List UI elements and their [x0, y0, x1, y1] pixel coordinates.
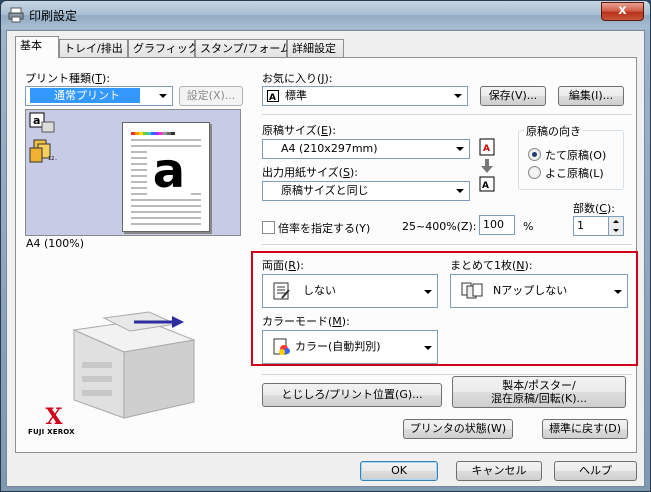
fuji-xerox-logo: X FUJI XEROX — [28, 404, 75, 446]
color-mode-label: カラーモード(M): — [262, 315, 350, 328]
separator — [262, 244, 632, 245]
original-size-select[interactable]: A4 (210x297mm) — [262, 139, 470, 159]
favorites-label: お気に入り(J): — [262, 72, 333, 85]
print-type-select[interactable]: 通常プリント — [25, 86, 173, 106]
chevron-down-icon — [424, 290, 432, 294]
separator — [262, 374, 632, 375]
svg-text:12..: 12.. — [48, 156, 57, 162]
print-type-label: プリント種類(T): — [25, 72, 111, 85]
preview-pane: a 12.. a — [25, 109, 241, 236]
chevron-down-icon — [424, 346, 432, 350]
output-size-select[interactable]: 原稿サイズと同じ — [262, 181, 470, 201]
reset-defaults-button[interactable]: 標準に戻す(D) — [542, 419, 628, 439]
printer-icon — [8, 7, 24, 23]
color-mode-select[interactable]: カラー(自動判別) — [262, 330, 438, 364]
original-size-label: 原稿サイズ(E): — [262, 124, 336, 137]
chevron-down-icon — [454, 94, 462, 98]
original-size-value: A4 (210x297mm) — [281, 142, 378, 155]
output-size-label: 出力用紙サイズ(S): — [262, 166, 358, 179]
tab-advanced[interactable]: 詳細設定 — [287, 39, 344, 58]
landscape-label[interactable]: よこ原稿(L) — [545, 165, 604, 181]
tab-basic[interactable]: 基本 — [15, 36, 59, 58]
scaling-range-label: 25~400%(Z): — [402, 220, 477, 233]
color-auto-icon — [273, 338, 290, 355]
nup-value: Nアップしない — [493, 284, 568, 297]
document-a-icon: A — [267, 90, 279, 102]
spinner-down-icon — [613, 229, 619, 232]
nup-label: まとめて1枚(N): — [450, 259, 533, 272]
chevron-down-icon — [456, 147, 464, 151]
brand-name: FUJI XEROX — [28, 428, 75, 436]
single-sided-icon — [273, 282, 290, 300]
preview-letter: a — [147, 147, 191, 195]
output-size-value: 原稿サイズと同じ — [281, 184, 369, 197]
booklet-poster-button[interactable]: 製本/ポスター/ 混在原稿/回転(K)... — [452, 376, 626, 408]
duplex-label: 両面(R): — [262, 259, 304, 272]
dialog-client: 基本 トレイ/排出 グラフィックス スタンプ/フォーム 詳細設定 プリント種類(… — [6, 30, 645, 487]
svg-text:a: a — [33, 114, 40, 127]
svg-text:A: A — [482, 181, 489, 191]
scaling-checkbox[interactable] — [262, 221, 275, 234]
printer-illustration — [72, 311, 196, 419]
copies-input[interactable]: 1 — [573, 216, 609, 236]
nup-select[interactable]: Nアップしない — [450, 274, 628, 308]
edit-button[interactable]: 編集(I)... — [558, 86, 624, 106]
spinner-up-icon — [613, 220, 619, 223]
chevron-down-icon — [456, 189, 464, 193]
preview-page: a — [122, 122, 210, 232]
portrait-radio[interactable] — [528, 148, 541, 161]
print-type-value: 通常プリント — [30, 88, 140, 103]
n-up-pages-icon — [461, 282, 483, 299]
printer-status-button[interactable]: プリンタの状態(W) — [403, 419, 513, 439]
scaling-checkbox-label[interactable]: 倍率を指定する(Y) — [278, 220, 370, 236]
print-type-settings-button[interactable]: 設定(X)... — [179, 86, 243, 106]
duplex-select[interactable]: しない — [262, 274, 438, 308]
ok-button[interactable]: OK — [360, 461, 438, 481]
multi-page-icon: a 12.. — [29, 112, 57, 163]
landscape-radio[interactable] — [528, 166, 541, 179]
favorites-select[interactable]: A 標準 — [262, 86, 468, 106]
scaling-input[interactable]: 100 — [479, 215, 515, 235]
binding-position-button[interactable]: とじしろ/プリント位置(G)... — [262, 383, 442, 407]
favorites-value: 標準 — [285, 89, 307, 102]
color-mode-value: カラー(自動判別) — [295, 340, 381, 353]
booklet-button-line1: 製本/ポスター/ — [502, 379, 576, 392]
preview-caption: A4 (100%) — [26, 237, 85, 250]
help-button[interactable]: ヘルプ — [554, 461, 637, 481]
tab-tray-output[interactable]: トレイ/排出 — [59, 39, 128, 58]
close-button[interactable]: x — [601, 2, 644, 21]
svg-text:A: A — [483, 144, 490, 154]
chevron-down-icon — [614, 290, 622, 294]
separator — [262, 114, 632, 115]
chevron-down-icon — [159, 94, 167, 98]
svg-text:A: A — [269, 93, 276, 102]
tab-graphics[interactable]: グラフィックス — [128, 39, 209, 58]
booklet-button-line2: 混在原稿/回転(K)... — [491, 392, 587, 405]
paper-size-conversion-icon: A A — [479, 138, 495, 192]
portrait-label[interactable]: たて原稿(O) — [545, 147, 606, 163]
orientation-title: 原稿の向き — [524, 123, 583, 139]
tab-stamp-form[interactable]: スタンプ/フォーム — [195, 39, 291, 58]
window-title: 印刷設定 — [29, 9, 78, 23]
title-bar[interactable]: 印刷設定 x — [1, 1, 650, 29]
print-settings-window: 印刷設定 x 基本 トレイ/排出 グラフィックス スタンプ/フォーム 詳細設定 … — [0, 0, 651, 492]
copies-label: 部数(C): — [573, 202, 615, 215]
basic-tab-panel: プリント種類(T): 通常プリント 設定(X)... a 12.. a A4 (… — [15, 57, 638, 453]
save-button[interactable]: 保存(V)... — [480, 86, 546, 106]
duplex-value: しない — [303, 284, 336, 297]
xerox-x-mark: X — [45, 404, 63, 430]
copies-spinner[interactable] — [608, 216, 624, 236]
cancel-button[interactable]: キャンセル — [456, 461, 542, 481]
scaling-unit: % — [523, 220, 534, 233]
